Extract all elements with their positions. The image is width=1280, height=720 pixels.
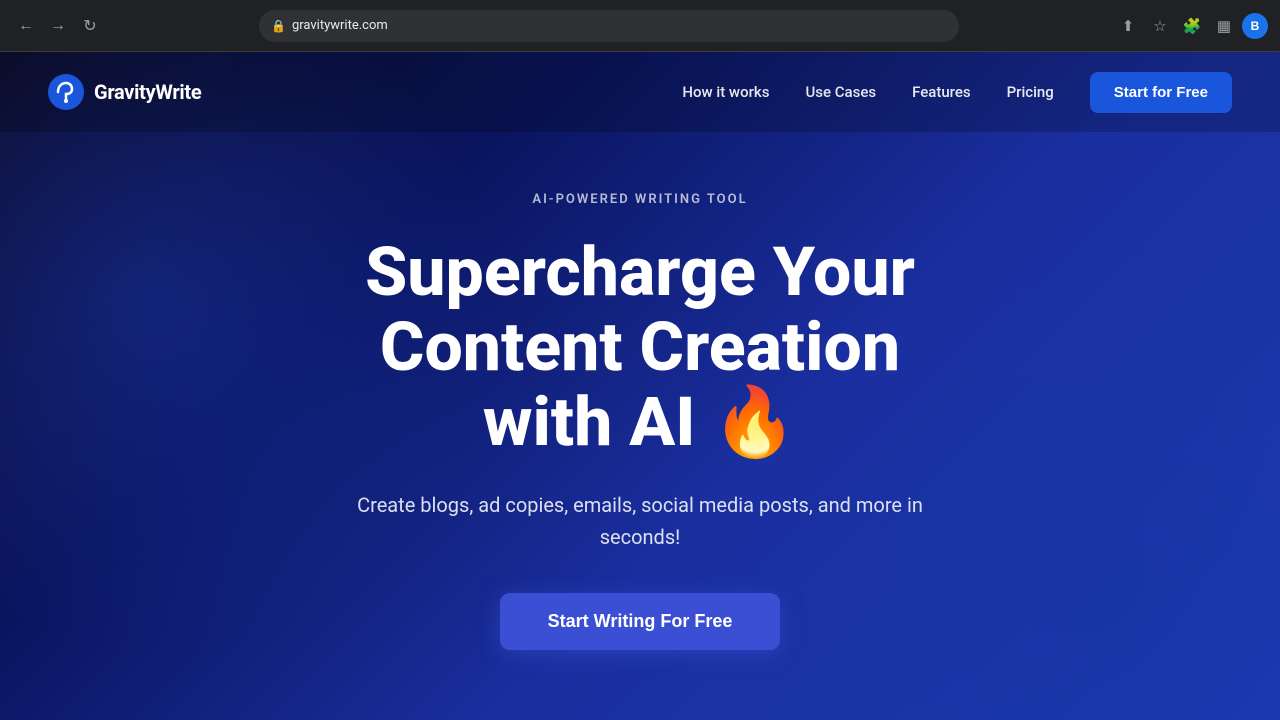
nav-features[interactable]: Features bbox=[912, 83, 970, 101]
back-button[interactable]: ← bbox=[12, 12, 40, 40]
lock-icon: 🔒 bbox=[271, 19, 286, 33]
hero-badge: AI-POWERED WRITING TOOL bbox=[532, 192, 747, 207]
nav-how-it-works[interactable]: How it works bbox=[682, 83, 769, 101]
address-bar[interactable]: 🔒 gravitywrite.com bbox=[259, 10, 959, 42]
hero-subtitle: Create blogs, ad copies, emails, social … bbox=[330, 489, 950, 553]
refresh-button[interactable]: ↻ bbox=[76, 12, 104, 40]
start-writing-button[interactable]: Start Writing For Free bbox=[500, 593, 781, 650]
hero-title-line1: Supercharge Your bbox=[365, 232, 915, 312]
hero-title-line3: with AI 🔥 bbox=[483, 382, 797, 462]
logo-text: GravityWrite bbox=[94, 80, 201, 104]
website-content: GravityWrite How it works Use Cases Feat… bbox=[0, 52, 1280, 720]
navbar: GravityWrite How it works Use Cases Feat… bbox=[0, 52, 1280, 132]
logo-icon bbox=[48, 74, 84, 110]
forward-button[interactable]: → bbox=[44, 12, 72, 40]
bookmark-button[interactable]: ☆ bbox=[1146, 12, 1174, 40]
hero-title-line2: Content Creation bbox=[380, 307, 900, 387]
hero-section: AI-POWERED WRITING TOOL Supercharge Your… bbox=[0, 132, 1280, 650]
share-button[interactable]: ⬆ bbox=[1114, 12, 1142, 40]
hero-title: Supercharge Your Content Creation with A… bbox=[365, 235, 915, 459]
browser-chrome: ← → ↻ 🔒 gravitywrite.com ⬆ ☆ 🧩 ▦ B bbox=[0, 0, 1280, 52]
sidebar-button[interactable]: ▦ bbox=[1210, 12, 1238, 40]
nav-pricing[interactable]: Pricing bbox=[1007, 83, 1054, 101]
start-for-free-button[interactable]: Start for Free bbox=[1090, 72, 1232, 113]
profile-button[interactable]: B bbox=[1242, 13, 1268, 39]
browser-nav-buttons: ← → ↻ bbox=[12, 12, 104, 40]
nav-use-cases[interactable]: Use Cases bbox=[805, 83, 876, 101]
browser-actions: ⬆ ☆ 🧩 ▦ B bbox=[1114, 12, 1268, 40]
nav-links: How it works Use Cases Features Pricing … bbox=[682, 72, 1232, 113]
url-text: gravitywrite.com bbox=[292, 18, 388, 33]
extensions-button[interactable]: 🧩 bbox=[1178, 12, 1206, 40]
logo[interactable]: GravityWrite bbox=[48, 74, 201, 110]
